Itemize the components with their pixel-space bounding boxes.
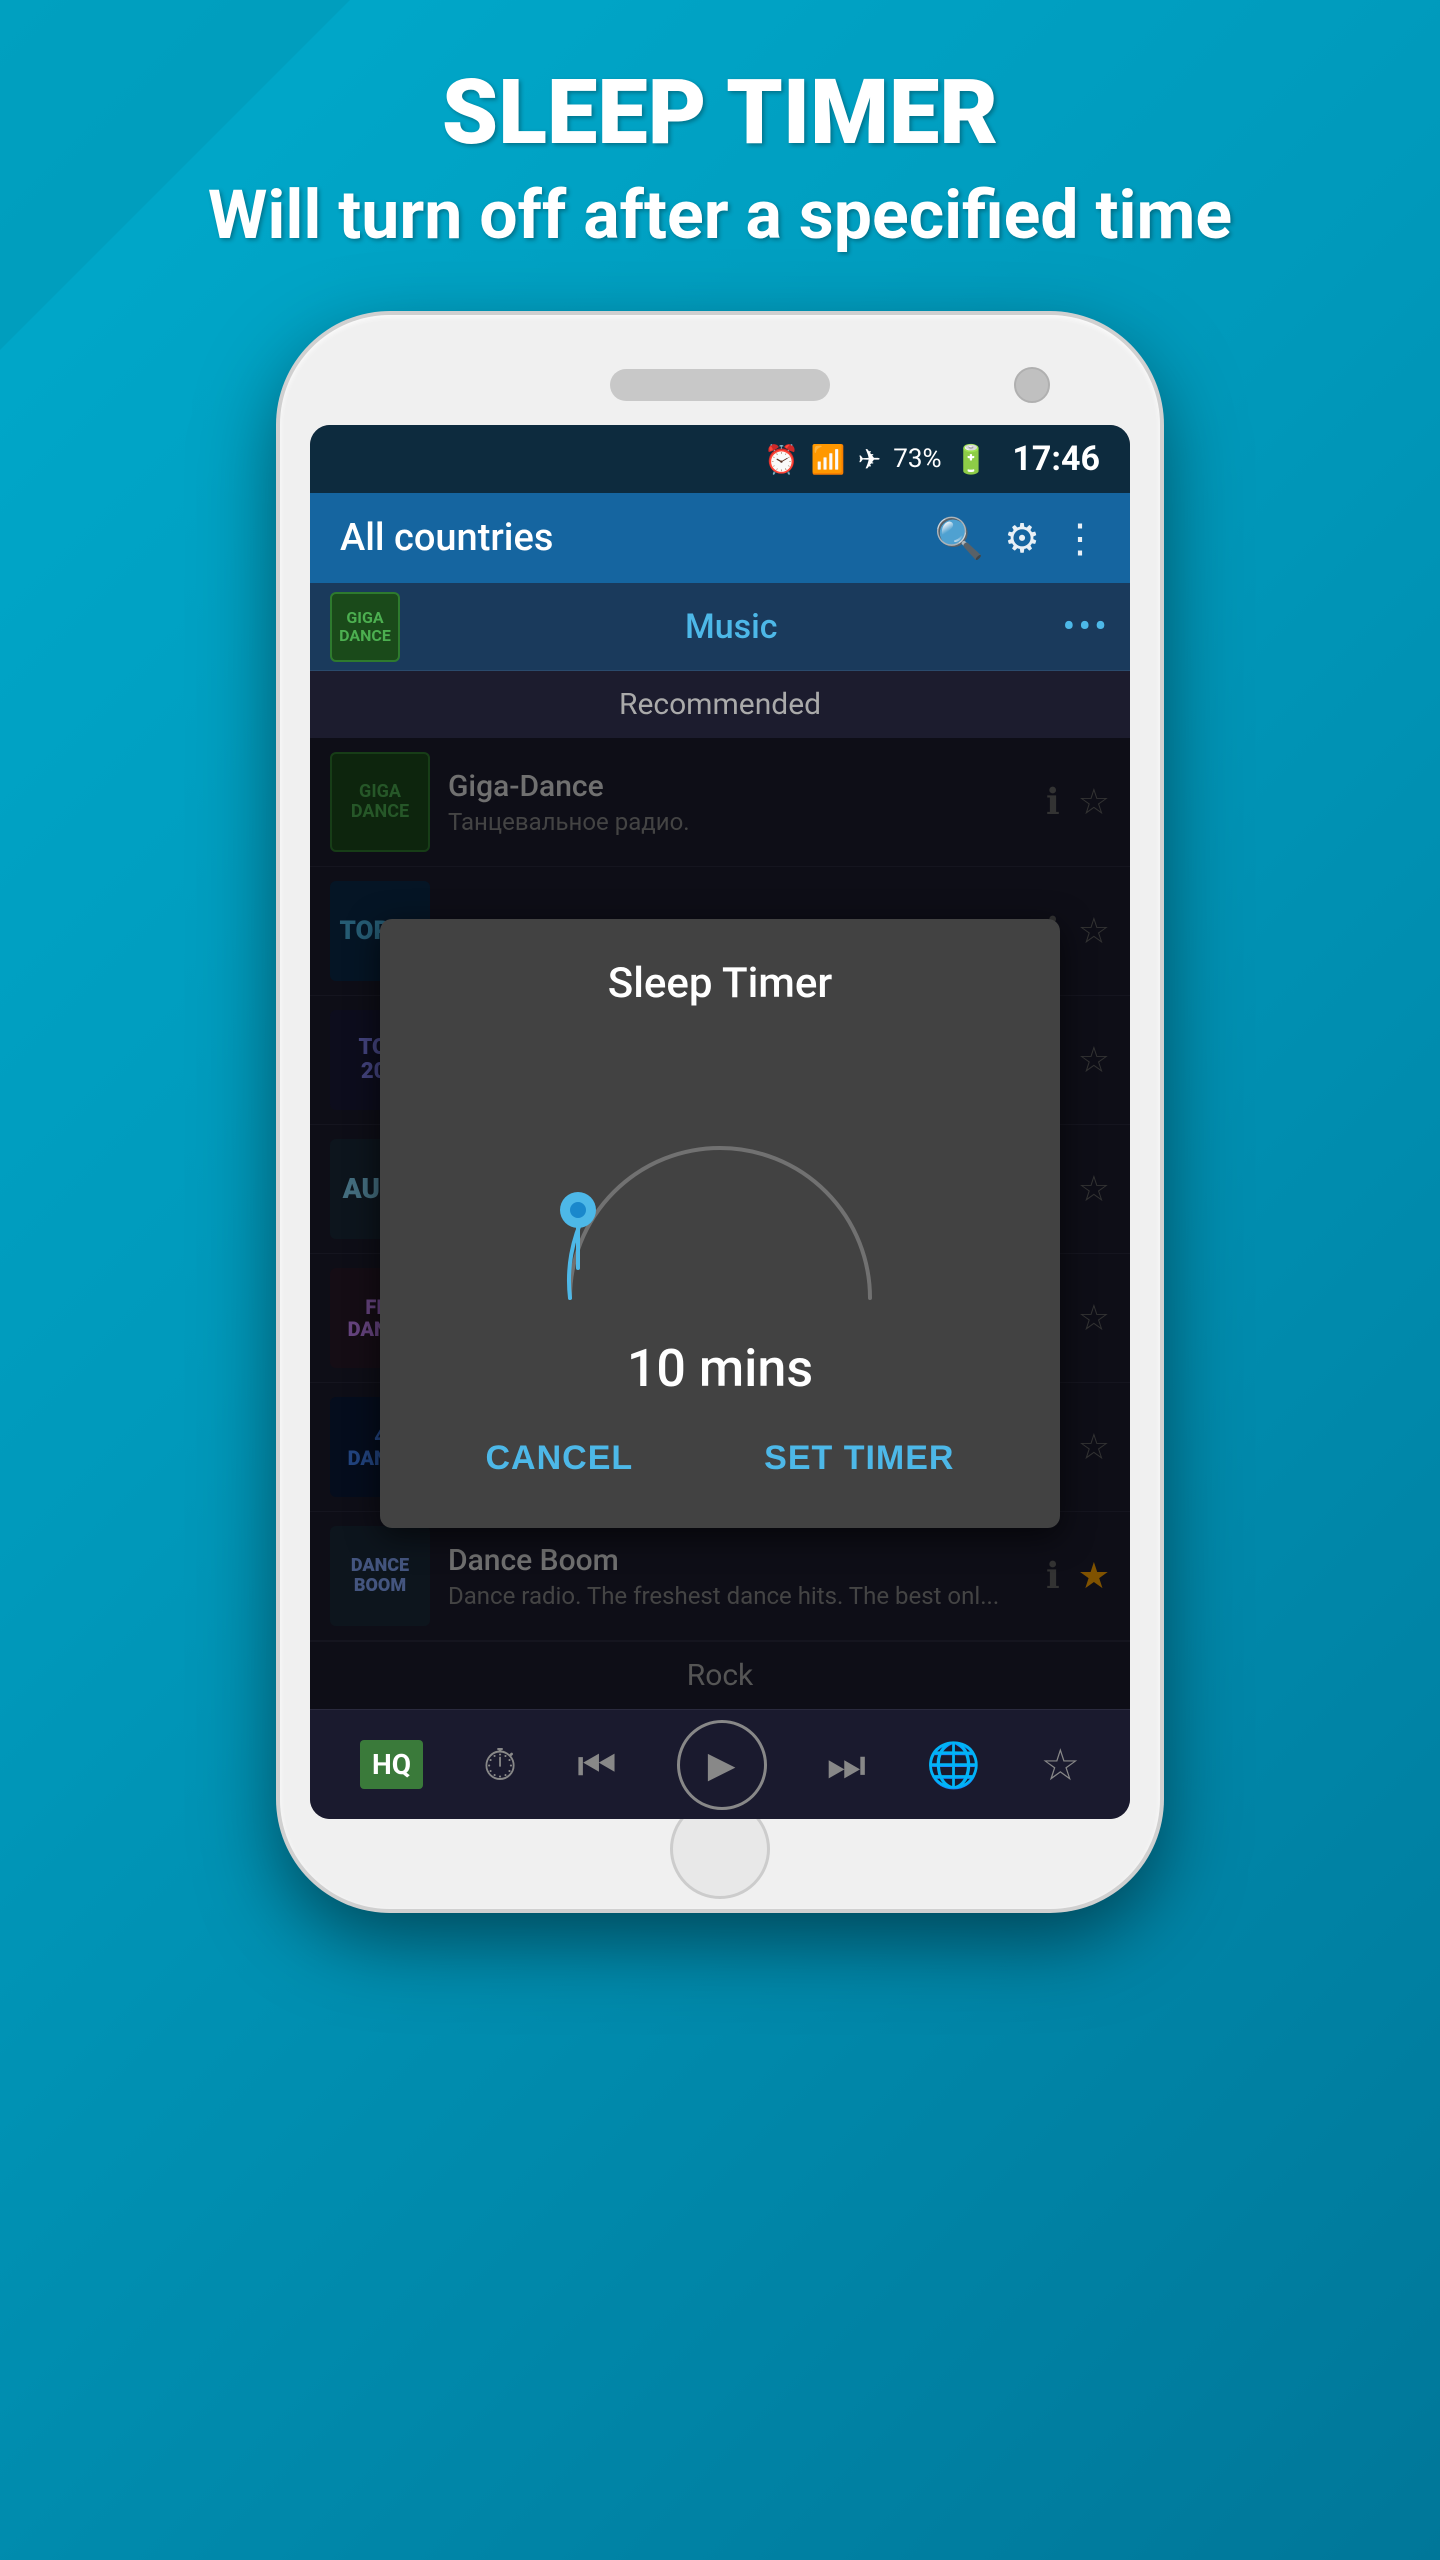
filter-icon[interactable]: ⚙ [1004, 515, 1040, 562]
status-icons: ⏰ 📶 ✈ 73% 🔋 [764, 443, 988, 476]
timer-dial[interactable] [530, 1038, 910, 1318]
battery-level: 73% [893, 444, 941, 474]
player-bar: HQ ⏱ ⏮ ▶ ⏭ 🌐 ☆ [310, 1709, 1130, 1819]
phone-screen: ⏰ 📶 ✈ 73% 🔋 17:46 All countries 🔍 ⚙ ⋮ GI… [310, 425, 1130, 1819]
timer-value: 10 mins [420, 1338, 1020, 1399]
search-icon[interactable]: 🔍 [934, 515, 984, 562]
airplane-icon: ✈ [858, 443, 881, 476]
dialog-title: Sleep Timer [420, 959, 1020, 1008]
app-header: All countries 🔍 ⚙ ⋮ [310, 493, 1130, 583]
play-button[interactable]: ▶ [677, 1720, 767, 1810]
phone-camera [1014, 367, 1050, 403]
more-icon[interactable]: ⋮ [1060, 515, 1100, 562]
favorites-icon[interactable]: ☆ [1041, 1739, 1080, 1791]
recommended-section: Recommended [310, 671, 1130, 738]
phone-bottom-bar [310, 1819, 1130, 1879]
header-title: All countries [340, 516, 914, 560]
sleep-timer-icon[interactable]: ⏱ [483, 1739, 517, 1791]
corner-decoration [0, 0, 350, 350]
phone-speaker [610, 369, 830, 401]
wifi-icon: 📶 [811, 443, 846, 476]
status-bar: ⏰ 📶 ✈ 73% 🔋 17:46 [310, 425, 1130, 493]
dialog-overlay: Sleep Timer [310, 738, 1130, 1709]
prev-track-icon[interactable]: ⏮ [577, 1739, 617, 1791]
now-playing-title: Music [416, 607, 1047, 647]
set-timer-button[interactable]: SET TIMER [734, 1429, 984, 1488]
timer-arc-svg [530, 1038, 910, 1318]
sleep-timer-dialog: Sleep Timer [380, 919, 1060, 1528]
phone-top-bar [310, 345, 1130, 425]
alarm-icon: ⏰ [764, 443, 799, 476]
now-playing-more[interactable]: ••• [1063, 605, 1110, 649]
recommended-label: Recommended [619, 687, 821, 722]
hq-button[interactable]: HQ [360, 1740, 423, 1789]
globe-icon[interactable]: 🌐 [926, 1739, 981, 1791]
now-playing-logo: GIGADANCE [330, 592, 400, 662]
phone-mockup: ⏰ 📶 ✈ 73% 🔋 17:46 All countries 🔍 ⚙ ⋮ GI… [280, 315, 1160, 1909]
dialog-buttons: CANCEL SET TIMER [420, 1429, 1020, 1488]
next-track-icon[interactable]: ⏭ [826, 1739, 866, 1791]
station-list-container: GIGADANCE Giga-Dance Танцевальное радио.… [310, 738, 1130, 1709]
cancel-button[interactable]: CANCEL [455, 1429, 663, 1488]
now-playing-bar[interactable]: GIGADANCE Music ••• [310, 583, 1130, 671]
battery-icon: 🔋 [954, 443, 989, 476]
phone-body: ⏰ 📶 ✈ 73% 🔋 17:46 All countries 🔍 ⚙ ⋮ GI… [280, 315, 1160, 1909]
status-time: 17:46 [1012, 439, 1100, 479]
